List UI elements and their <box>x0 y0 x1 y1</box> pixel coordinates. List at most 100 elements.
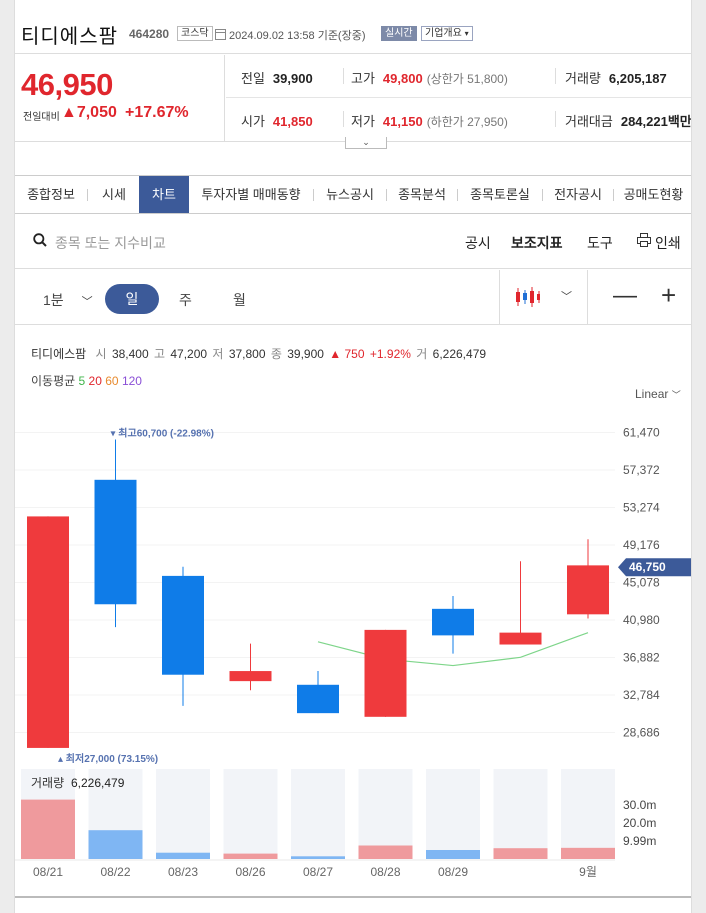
max-price-label: ▾ 최고60,700 (-22.98%) <box>111 427 214 440</box>
volume-column-bg <box>426 769 480 859</box>
stat-volume: 거래량 6,205,187 <box>565 68 667 87</box>
period-day-button[interactable]: 일 <box>105 284 159 314</box>
change-label: 전일대비 <box>23 112 60 123</box>
disclosure-button[interactable]: 공시 <box>465 233 491 253</box>
tab-analysis[interactable]: 종목분석 <box>387 176 457 213</box>
candlestick-chart[interactable]: 61,470 57,372 53,274 49,176 45,078 40,980 36,8… <box>15 395 692 890</box>
tab-disclosure[interactable]: 전자공시 <box>543 176 613 213</box>
period-week-button[interactable]: 주 <box>179 290 192 310</box>
x-tick-label: 9월 <box>579 865 597 879</box>
candlestick-type-icon[interactable] <box>515 286 541 308</box>
stat-value: 284,221백만 <box>620 114 692 129</box>
volume-bar <box>223 853 278 859</box>
tab-discussion[interactable]: 종목토론실 <box>458 176 542 213</box>
y-tick-label: 36,882 <box>623 651 660 665</box>
chart-toolbar: 종목 또는 지수비교 공시 보조지표 도구 인쇄 <box>15 215 691 269</box>
stock-page: 티디에스팜 464280 코스닥 2024.09.02 13:58 기준(장중)… <box>14 0 692 913</box>
legend-change-pct: +1.92% <box>369 347 411 361</box>
tab-chart[interactable]: 차트 <box>139 176 189 213</box>
chevron-down-icon[interactable]: ﹀ <box>561 288 572 304</box>
y-tick-label: 57,372 <box>623 463 660 477</box>
x-tick-label: 08/26 <box>235 865 265 879</box>
legend-label: 고 <box>153 347 166 361</box>
zoom-out-button[interactable]: — <box>613 282 637 310</box>
tab-quotes[interactable]: 시세 <box>88 176 140 213</box>
stock-header: 티디에스팜 464280 코스닥 2024.09.02 13:58 기준(장중)… <box>15 0 691 54</box>
x-tick-label: 08/29 <box>438 865 468 879</box>
ma20-label[interactable]: 20 <box>89 374 102 388</box>
legend-label: 거 <box>416 347 428 361</box>
period-month-button[interactable]: 월 <box>233 290 246 310</box>
volume-bar <box>493 848 548 859</box>
divider <box>587 270 588 325</box>
ma60-label[interactable]: 60 <box>105 374 118 388</box>
y-tick-label: 49,176 <box>623 538 660 552</box>
tab-bar: 종합정보 시세 차트 투자자별 매매동향 뉴스공시 종목분석 종목토론실 전자공… <box>15 175 691 214</box>
print-button[interactable]: 인쇄 <box>655 233 681 253</box>
divider <box>555 111 556 127</box>
x-tick-label: 08/28 <box>370 865 400 879</box>
tab-investor-trends[interactable]: 투자자별 매매동향 <box>189 176 313 213</box>
stat-open: 시가 41,850 <box>241 111 313 130</box>
calendar-icon <box>215 29 226 40</box>
current-price-marker-label: 46,750 <box>629 560 666 574</box>
stat-label: 고가 <box>351 71 375 86</box>
volume-bar <box>88 830 143 859</box>
y-tick-label: 53,274 <box>623 501 660 515</box>
y-tick-label: 45,078 <box>623 576 660 590</box>
stat-amount: 거래대금 284,221백만 <box>565 111 692 130</box>
stat-low: 저가 41,150 (하한가 27,950) <box>351 111 508 130</box>
legend-close: 39,900 <box>287 347 324 361</box>
volume-bar <box>358 845 413 859</box>
candle-body <box>499 632 542 645</box>
ohlc-legend: 티디에스팜 시 38,400 고 47,200 저 37,800 종 39,90… <box>31 345 488 362</box>
tab-short-selling[interactable]: 공매도현황 <box>614 176 691 213</box>
volume-column-bg <box>561 769 615 859</box>
stat-value: 39,900 <box>272 71 313 86</box>
corp-info-dropdown[interactable]: 기업개요 ▾ <box>421 26 473 41</box>
expand-toggle[interactable]: ⌄ <box>345 137 387 149</box>
legend-stock-name: 티디에스팜 <box>31 347 87 361</box>
volume-bar <box>426 850 480 859</box>
divider <box>499 270 500 325</box>
divider <box>343 68 344 84</box>
volume-bar <box>21 799 75 859</box>
upper-limit: (상한가 51,800) <box>426 72 508 86</box>
candle-body <box>229 671 272 682</box>
tools-button[interactable]: 도구 <box>587 233 613 253</box>
indicator-button[interactable]: 보조지표 <box>511 233 563 253</box>
candle-body <box>432 608 474 636</box>
stat-value: 49,800 <box>382 71 423 86</box>
legend-label: 종 <box>270 347 282 361</box>
ma120-label[interactable]: 120 <box>122 374 142 388</box>
stat-label: 거래대금 <box>565 114 613 129</box>
quote-datetime: 2024.09.02 13:58 기준(장중) <box>229 30 366 42</box>
minute-dropdown[interactable]: 1분 ﹀ <box>43 290 93 310</box>
volume-tick-label: 30.0m <box>623 798 656 812</box>
divider <box>343 111 344 127</box>
x-tick-label: 08/27 <box>303 865 333 879</box>
volume-bar <box>291 856 345 859</box>
legend-volume: 6,226,479 <box>432 347 487 361</box>
volume-tick-label: 9.99m <box>623 834 656 848</box>
candle-body <box>364 629 407 717</box>
chevron-down-icon: ⌄ <box>362 137 370 147</box>
ma5-label[interactable]: 5 <box>79 374 86 388</box>
minute-label: 1분 <box>43 292 64 308</box>
tab-news[interactable]: 뉴스공시 <box>314 176 386 213</box>
change-value: ▲7,050 <box>61 104 117 121</box>
legend-label: 시 <box>95 347 107 361</box>
ma-label: 이동평균 <box>31 374 76 388</box>
stat-value: 6,205,187 <box>608 71 667 86</box>
bottom-edge <box>15 896 691 913</box>
stat-value: 41,150 <box>382 114 423 129</box>
min-price-label: ▴ 최저27,000 (73.15%) <box>58 752 158 765</box>
candle-body <box>162 575 204 675</box>
tab-overview[interactable]: 종합정보 <box>15 176 87 213</box>
volume-bar <box>561 847 615 859</box>
printer-icon[interactable] <box>637 233 651 247</box>
legend-low: 37,800 <box>228 347 266 361</box>
compare-search-input[interactable]: 종목 또는 지수비교 <box>55 233 166 253</box>
zoom-in-button[interactable]: + <box>661 280 676 311</box>
search-icon[interactable] <box>33 233 47 247</box>
